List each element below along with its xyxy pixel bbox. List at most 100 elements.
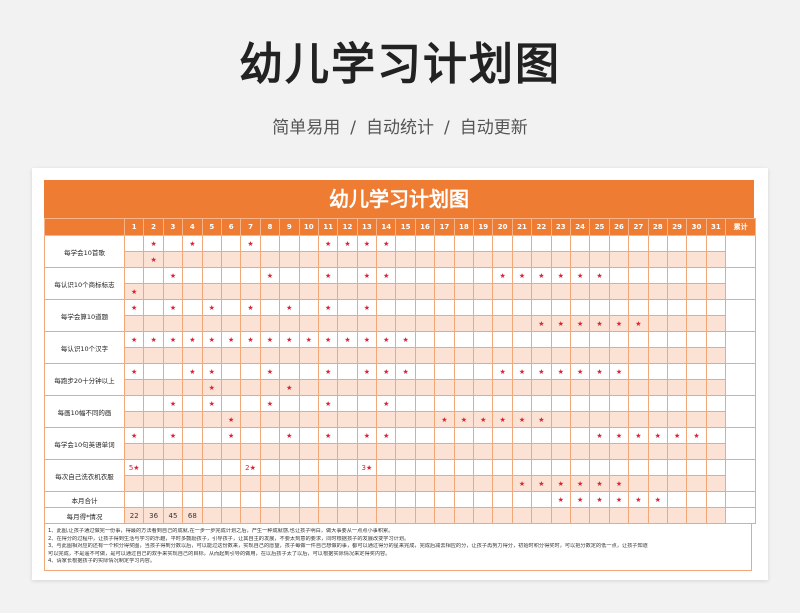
- day-cell[interactable]: [666, 411, 688, 428]
- day-cell[interactable]: [123, 411, 145, 428]
- day-cell[interactable]: [279, 395, 300, 412]
- day-cell[interactable]: [337, 507, 358, 524]
- day-cell[interactable]: [143, 475, 164, 492]
- day-cell[interactable]: [434, 267, 455, 284]
- day-cell[interactable]: [473, 267, 494, 284]
- day-cell[interactable]: [453, 251, 475, 268]
- day-cell[interactable]: [686, 347, 707, 364]
- day-cell[interactable]: [434, 299, 455, 316]
- day-cell[interactable]: [337, 347, 358, 364]
- day-cell[interactable]: [628, 331, 649, 348]
- day-cell[interactable]: [628, 379, 649, 396]
- day-cell[interactable]: [608, 411, 630, 428]
- day-cell[interactable]: [434, 475, 455, 492]
- day-cell[interactable]: ★: [162, 331, 184, 348]
- day-cell[interactable]: [317, 491, 339, 508]
- day-cell[interactable]: [608, 235, 630, 252]
- day-cell[interactable]: [162, 411, 184, 428]
- day-cell[interactable]: [395, 427, 416, 444]
- day-cell[interactable]: [434, 315, 455, 332]
- day-cell[interactable]: [376, 283, 397, 300]
- day-cell[interactable]: [240, 347, 261, 364]
- day-cell[interactable]: [201, 411, 222, 428]
- day-cell[interactable]: [298, 459, 319, 476]
- day-cell[interactable]: [182, 395, 203, 412]
- day-cell[interactable]: [705, 331, 727, 348]
- task-total-cell[interactable]: [725, 459, 757, 492]
- day-cell[interactable]: [123, 491, 145, 508]
- day-cell[interactable]: [569, 395, 591, 412]
- day-cell[interactable]: [201, 491, 222, 508]
- day-cell[interactable]: ★: [589, 363, 610, 380]
- day-cell[interactable]: [220, 267, 242, 284]
- day-cell[interactable]: ★: [511, 475, 533, 492]
- day-cell[interactable]: [356, 443, 378, 460]
- day-cell[interactable]: ★: [569, 267, 591, 284]
- day-cell[interactable]: [550, 443, 571, 460]
- day-cell[interactable]: [434, 443, 455, 460]
- day-cell[interactable]: [569, 459, 591, 476]
- day-cell[interactable]: [434, 427, 455, 444]
- day-cell[interactable]: [220, 395, 242, 412]
- day-cell[interactable]: [647, 267, 668, 284]
- day-cell[interactable]: [434, 347, 455, 364]
- day-cell[interactable]: ★: [608, 315, 630, 332]
- day-cell[interactable]: [666, 379, 688, 396]
- day-cell[interactable]: ★: [531, 267, 552, 284]
- day-cell[interactable]: [531, 283, 552, 300]
- day-cell[interactable]: ★: [550, 475, 571, 492]
- day-cell[interactable]: [511, 251, 533, 268]
- day-cell[interactable]: [550, 299, 571, 316]
- day-cell[interactable]: [298, 235, 319, 252]
- day-cell[interactable]: [123, 267, 145, 284]
- day-cell[interactable]: ★: [143, 235, 164, 252]
- day-cell[interactable]: ★: [376, 235, 397, 252]
- day-cell[interactable]: [279, 283, 300, 300]
- day-cell[interactable]: [434, 235, 455, 252]
- day-cell[interactable]: [511, 427, 533, 444]
- day-cell[interactable]: [589, 507, 610, 524]
- day-cell[interactable]: 68: [182, 507, 203, 524]
- day-cell[interactable]: ★: [143, 331, 164, 348]
- day-cell[interactable]: ★: [492, 411, 513, 428]
- day-cell[interactable]: [298, 475, 319, 492]
- day-cell[interactable]: ★: [123, 331, 145, 348]
- day-cell[interactable]: ★: [569, 363, 591, 380]
- day-cell[interactable]: ★: [279, 379, 300, 396]
- day-cell[interactable]: [666, 491, 688, 508]
- day-cell[interactable]: [434, 283, 455, 300]
- day-cell[interactable]: [608, 331, 630, 348]
- day-cell[interactable]: [240, 475, 261, 492]
- day-cell[interactable]: [473, 235, 494, 252]
- day-cell[interactable]: [279, 235, 300, 252]
- day-cell[interactable]: [666, 363, 688, 380]
- day-cell[interactable]: [220, 491, 242, 508]
- day-cell[interactable]: [414, 379, 436, 396]
- day-cell[interactable]: [162, 251, 184, 268]
- day-cell[interactable]: ★: [608, 475, 630, 492]
- day-cell[interactable]: [317, 443, 339, 460]
- task-total-cell[interactable]: [725, 267, 757, 300]
- day-cell[interactable]: [298, 267, 319, 284]
- day-cell[interactable]: [162, 235, 184, 252]
- day-cell[interactable]: [143, 283, 164, 300]
- day-cell[interactable]: [453, 443, 475, 460]
- day-cell[interactable]: [550, 411, 571, 428]
- day-cell[interactable]: [259, 379, 281, 396]
- day-cell[interactable]: [298, 411, 319, 428]
- day-cell[interactable]: ★: [376, 395, 397, 412]
- day-cell[interactable]: [317, 283, 339, 300]
- day-cell[interactable]: [705, 443, 727, 460]
- day-cell[interactable]: ★: [259, 267, 281, 284]
- day-cell[interactable]: [705, 427, 727, 444]
- day-cell[interactable]: [414, 315, 436, 332]
- day-cell[interactable]: [123, 395, 145, 412]
- day-cell[interactable]: [162, 363, 184, 380]
- day-cell[interactable]: ★: [317, 363, 339, 380]
- day-cell[interactable]: [453, 459, 475, 476]
- day-cell[interactable]: [298, 347, 319, 364]
- day-cell[interactable]: ★: [647, 491, 668, 508]
- day-cell[interactable]: [531, 459, 552, 476]
- day-cell[interactable]: [589, 459, 610, 476]
- day-cell[interactable]: ★: [201, 395, 222, 412]
